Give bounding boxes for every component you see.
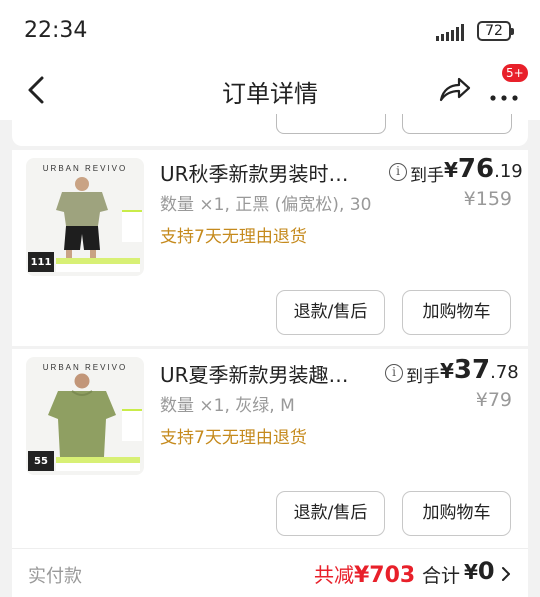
previous-item-card bbox=[12, 114, 528, 146]
price-decimal: .19 bbox=[494, 161, 523, 182]
original-price: ¥159 bbox=[463, 188, 512, 210]
refund-button[interactable]: 退款/售后 bbox=[276, 491, 385, 536]
order-item-card: URBAN REVIVO 55 UR夏季新款男装趣… 数量 ×1, 灰绿, M … bbox=[12, 349, 528, 548]
product-figure bbox=[48, 373, 116, 457]
info-icon[interactable]: i bbox=[385, 364, 403, 382]
battery-level: 72 bbox=[485, 23, 503, 39]
product-title[interactable]: UR夏季新款男装趣… bbox=[160, 359, 349, 388]
notification-badge: 5+ bbox=[502, 64, 528, 82]
price-decimal: .78 bbox=[490, 362, 519, 383]
status-bar: 22:34 72 bbox=[0, 0, 540, 62]
discount-value: ¥703 bbox=[354, 563, 416, 588]
info-icon[interactable]: i bbox=[389, 163, 407, 181]
price-label: 到手 bbox=[410, 166, 444, 186]
total-value: 0 bbox=[477, 557, 495, 585]
add-to-cart-button[interactable]: 加购物车 bbox=[402, 290, 511, 335]
product-image[interactable]: URBAN REVIVO 111 bbox=[26, 158, 144, 276]
signal-icon bbox=[436, 24, 464, 41]
payment-summary[interactable]: 实付款 共减¥703 合计 ¥0 bbox=[12, 548, 528, 597]
refund-button[interactable]: 退款/售后 bbox=[276, 290, 385, 335]
product-image-price: 55 bbox=[28, 451, 54, 471]
battery-icon: 72 bbox=[477, 21, 514, 41]
final-price: ¥76.19 bbox=[444, 154, 523, 184]
total-amount: ¥0 bbox=[464, 557, 495, 585]
price-currency: ¥ bbox=[444, 158, 458, 182]
price-integer: 76 bbox=[457, 154, 495, 184]
product-figure bbox=[56, 177, 108, 266]
product-image-price: 111 bbox=[28, 252, 54, 272]
add-to-cart-button[interactable]: 加购物车 bbox=[402, 491, 511, 536]
stub-button[interactable] bbox=[402, 114, 512, 134]
product-spec: 数量 ×1, 正黑 (偏宽松), 30 bbox=[160, 195, 372, 215]
nav-bar: 订单详情 bbox=[0, 62, 540, 120]
stub-button[interactable] bbox=[276, 114, 386, 134]
total-currency: ¥ bbox=[464, 560, 478, 584]
final-price: ¥37.78 bbox=[440, 355, 519, 385]
price-integer: 37 bbox=[453, 355, 491, 385]
chevron-right-icon[interactable] bbox=[500, 566, 512, 582]
share-icon[interactable] bbox=[438, 74, 472, 104]
product-title[interactable]: UR秋季新款男装时… bbox=[160, 158, 349, 187]
return-policy: 支持7天无理由退货 bbox=[160, 227, 307, 247]
price-currency: ¥ bbox=[440, 359, 454, 383]
product-image[interactable]: URBAN REVIVO 55 bbox=[26, 357, 144, 475]
payment-label: 实付款 bbox=[28, 566, 82, 587]
product-spec: 数量 ×1, 灰绿, M bbox=[160, 396, 295, 416]
status-time: 22:34 bbox=[24, 18, 88, 43]
total-label: 合计 bbox=[422, 565, 461, 587]
product-image-brand: URBAN REVIVO bbox=[42, 164, 128, 173]
return-policy: 支持7天无理由退货 bbox=[160, 428, 307, 448]
original-price: ¥79 bbox=[475, 389, 512, 411]
discount-prefix: 共减 bbox=[314, 563, 354, 587]
order-item-card: URBAN REVIVO 111 UR秋季新款男装时… 数量 ×1, 正黑 (偏… bbox=[12, 150, 528, 346]
discount-total: 共减¥703 bbox=[314, 559, 415, 588]
price-label: 到手 bbox=[406, 367, 440, 387]
